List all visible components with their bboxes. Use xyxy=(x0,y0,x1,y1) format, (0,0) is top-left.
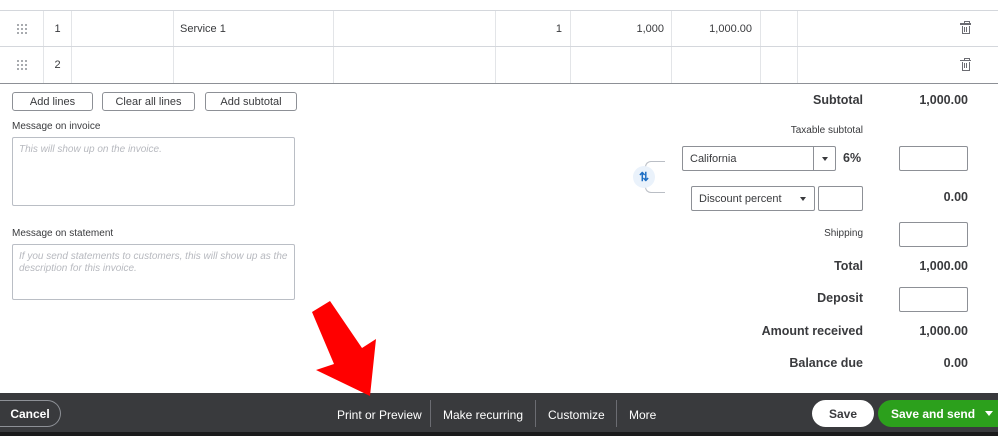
taxable-subtotal-label: Taxable subtotal xyxy=(790,125,863,136)
trash-icon xyxy=(960,21,971,34)
delete-line-button[interactable] xyxy=(933,11,998,46)
message-on-statement-label: Message on statement xyxy=(12,228,114,239)
print-or-preview-link[interactable]: Print or Preview xyxy=(337,393,422,436)
tax-cell[interactable] xyxy=(760,47,797,83)
amount-received-value: 1,000.00 xyxy=(919,324,968,338)
product-service-cell[interactable]: Service 1 xyxy=(173,11,333,46)
customize-link[interactable]: Customize xyxy=(548,393,605,436)
deposit-field[interactable] xyxy=(899,287,968,312)
amount-cell[interactable] xyxy=(671,47,760,83)
more-link[interactable]: More xyxy=(629,393,656,436)
class-cell[interactable] xyxy=(797,47,933,83)
tax-rate-select-value: California xyxy=(690,152,737,165)
save-and-send-label: Save and send xyxy=(891,406,976,421)
drag-handle-icon[interactable] xyxy=(0,11,43,46)
tax-rate-select[interactable]: California xyxy=(682,146,836,171)
discount-value-field[interactable] xyxy=(818,186,863,211)
footer-divider xyxy=(430,400,431,427)
discount-type-select-value: Discount percent xyxy=(699,192,782,205)
message-on-invoice-field[interactable]: This will show up on the invoice. xyxy=(12,137,295,206)
tax-amount-field[interactable] xyxy=(899,146,968,171)
description-cell[interactable] xyxy=(333,11,495,46)
red-arrow-icon xyxy=(312,301,376,396)
message-on-statement-field[interactable]: If you send statements to customers, thi… xyxy=(12,244,295,300)
balance-due-value: 0.00 xyxy=(943,356,968,370)
table-row[interactable]: 1 Service 1 1 1,000 1,000.00 xyxy=(0,10,998,47)
discount-type-select[interactable]: Discount percent xyxy=(691,186,815,211)
service-date-cell[interactable] xyxy=(71,47,173,83)
save-and-send-button[interactable]: Save and send xyxy=(878,400,998,427)
qty-cell[interactable] xyxy=(495,47,570,83)
swap-arrows-icon[interactable]: ⇅ xyxy=(633,166,655,188)
shipping-label: Shipping xyxy=(824,228,863,239)
chevron-down-icon xyxy=(792,196,814,201)
bottom-strip xyxy=(0,432,998,436)
make-recurring-link[interactable]: Make recurring xyxy=(443,393,523,436)
footer-divider xyxy=(535,400,536,427)
subtotal-label: Subtotal xyxy=(813,93,863,107)
chevron-down-icon[interactable] xyxy=(980,400,998,427)
message-on-invoice-label: Message on invoice xyxy=(12,121,101,132)
tax-cell[interactable] xyxy=(760,11,797,46)
footer-toolbar: Cancel Print or Preview Make recurring C… xyxy=(0,393,998,436)
balance-due-label: Balance due xyxy=(789,356,863,370)
product-service-cell[interactable] xyxy=(173,47,333,83)
add-subtotal-button[interactable]: Add subtotal xyxy=(205,92,297,111)
chevron-down-icon xyxy=(813,147,835,170)
cancel-button[interactable]: Cancel xyxy=(0,400,61,427)
amount-cell[interactable]: 1,000.00 xyxy=(671,11,760,46)
line-number: 2 xyxy=(43,47,71,83)
tax-rate-percent: 6% xyxy=(843,151,862,165)
trash-icon xyxy=(960,58,971,71)
add-lines-button[interactable]: Add lines xyxy=(12,92,93,111)
clear-all-lines-button[interactable]: Clear all lines xyxy=(102,92,195,111)
amount-received-label: Amount received xyxy=(761,324,863,338)
total-label: Total xyxy=(834,259,863,273)
subtotal-value: 1,000.00 xyxy=(919,93,968,107)
description-cell[interactable] xyxy=(333,47,495,83)
rate-cell[interactable]: 1,000 xyxy=(570,11,671,46)
discount-amount-value: 0.00 xyxy=(943,190,968,204)
deposit-label: Deposit xyxy=(817,291,863,305)
line-number: 1 xyxy=(43,11,71,46)
rate-cell[interactable] xyxy=(570,47,671,83)
save-button[interactable]: Save xyxy=(812,400,874,427)
total-value: 1,000.00 xyxy=(919,259,968,273)
drag-handle-icon[interactable] xyxy=(0,47,43,83)
line-items-table: 1 Service 1 1 1,000 1,000.00 2 xyxy=(0,0,998,84)
qty-cell[interactable]: 1 xyxy=(495,11,570,46)
service-date-cell[interactable] xyxy=(71,11,173,46)
class-cell[interactable] xyxy=(797,11,933,46)
table-row[interactable]: 2 xyxy=(0,47,998,84)
shipping-field[interactable] xyxy=(899,222,968,247)
footer-divider xyxy=(616,400,617,427)
delete-line-button[interactable] xyxy=(933,47,998,83)
